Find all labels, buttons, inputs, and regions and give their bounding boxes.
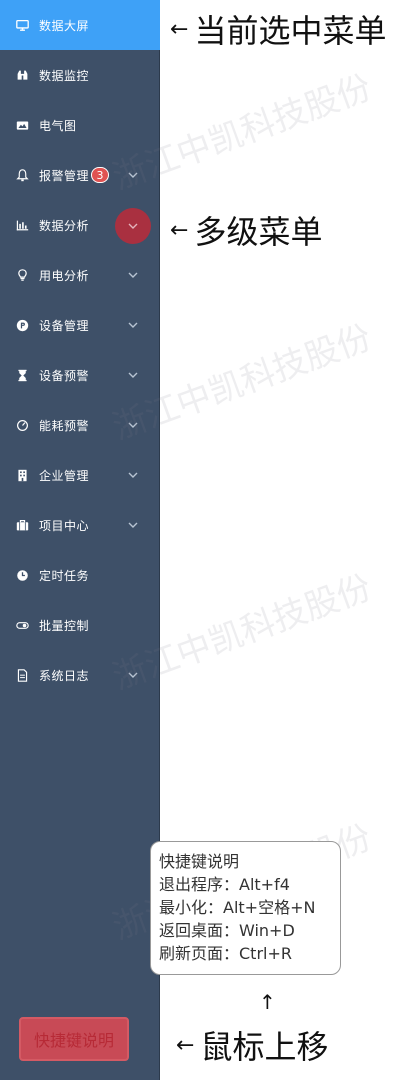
- tooltip-line: 返回桌面：Win+D: [159, 921, 295, 940]
- sidebar-item-label: 电气图: [39, 118, 77, 133]
- annotation-mouse-hover: ← 鼠标上移: [176, 1028, 329, 1066]
- sidebar-item-project-center[interactable]: 项目中心: [0, 500, 160, 550]
- chevron-down-icon[interactable]: [126, 168, 140, 182]
- sidebar-item-scheduled-tasks[interactable]: 定时任务: [0, 550, 160, 600]
- monitor-icon: [15, 18, 29, 32]
- building-icon: [15, 468, 29, 482]
- sidebar-item-label: 企业管理: [39, 468, 90, 483]
- image-icon: [15, 118, 29, 132]
- sidebar-item-label: 设备管理: [39, 318, 90, 333]
- shortcut-tooltip: 快捷键说明 退出程序：Alt+f4 最小化：Alt+空格+N 返回桌面：Win+…: [150, 841, 341, 975]
- left-arrow-icon: ←: [176, 1032, 195, 1058]
- parking-icon: [15, 318, 29, 332]
- chevron-down-icon: [128, 223, 138, 229]
- sidebar-item-power-analysis[interactable]: 用电分析: [0, 250, 160, 300]
- bell-icon: [15, 168, 29, 182]
- left-arrow-icon: ←: [170, 217, 189, 243]
- sidebar-item-system-log[interactable]: 系统日志: [0, 650, 160, 700]
- tooltip-line: 最小化：Alt+空格+N: [159, 898, 316, 917]
- tooltip-line: 刷新页面：Ctrl+R: [159, 944, 292, 963]
- alarm-count-badge: 3: [91, 167, 110, 183]
- sidebar-item-label: 系统日志: [39, 668, 90, 683]
- sidebar-item-energy-warning[interactable]: 能耗预警: [0, 400, 160, 450]
- binoculars-icon: [15, 68, 29, 82]
- sidebar-item-label: 项目中心: [39, 518, 90, 533]
- annotation-multilevel-menu: ← 多级菜单: [170, 213, 323, 251]
- chevron-down-icon[interactable]: [126, 518, 140, 532]
- tooltip-line: 快捷键说明: [159, 852, 240, 871]
- sidebar-item-label: 用电分析: [39, 268, 90, 283]
- chevron-down-icon[interactable]: [126, 468, 140, 482]
- sidebar-item-data-screen[interactable]: 数据大屏: [0, 0, 160, 50]
- sidebar-item-label: 定时任务: [39, 568, 90, 583]
- sidebar-item-label: 能耗预警: [39, 418, 90, 433]
- annotation-current-menu: ← 当前选中菜单: [170, 12, 387, 50]
- sidebar-item-label: 批量控制: [39, 618, 90, 633]
- sidebar-item-alarm-management[interactable]: 报警管理 3: [0, 150, 160, 200]
- sidebar-item-data-monitor[interactable]: 数据监控: [0, 50, 160, 100]
- left-arrow-icon: ←: [170, 16, 189, 42]
- sidebar-item-label: 设备预警: [39, 368, 90, 383]
- sidebar-item-data-analysis[interactable]: 数据分析: [0, 200, 160, 250]
- shortcut-help-button[interactable]: 快捷键说明: [19, 1017, 129, 1061]
- briefcase-icon: [15, 518, 29, 532]
- toggle-icon: [15, 618, 29, 632]
- clock-icon: [15, 568, 29, 582]
- sidebar-item-device-warning[interactable]: 设备预警: [0, 350, 160, 400]
- sidebar-item-label: 数据监控: [39, 68, 90, 83]
- tooltip-line: 退出程序：Alt+f4: [159, 875, 290, 894]
- chevron-down-icon[interactable]: [126, 318, 140, 332]
- sidebar-item-enterprise-management[interactable]: 企业管理: [0, 450, 160, 500]
- chevron-down-icon[interactable]: [126, 668, 140, 682]
- sidebar-item-device-management[interactable]: 设备管理: [0, 300, 160, 350]
- sidebar-item-electrical-diagram[interactable]: 电气图: [0, 100, 160, 150]
- chevron-down-icon[interactable]: [126, 268, 140, 282]
- sidebar: 数据大屏 数据监控 电气图 报警管理 3 数据分析 用电分析 设备管理 设备预警…: [0, 0, 160, 1080]
- sidebar-item-label: 报警管理: [39, 168, 90, 183]
- file-icon: [15, 668, 29, 682]
- chevron-down-icon[interactable]: [126, 418, 140, 432]
- page: 数据大屏 数据监控 电气图 报警管理 3 数据分析 用电分析 设备管理 设备预警…: [0, 0, 412, 1080]
- sidebar-item-label: 数据大屏: [39, 18, 90, 33]
- chevron-down-icon[interactable]: [126, 368, 140, 382]
- bar-chart-icon: [15, 218, 29, 232]
- hourglass-icon: [15, 368, 29, 382]
- bulb-icon: [15, 268, 29, 282]
- up-arrow-icon: ↑: [259, 990, 276, 1014]
- multilevel-highlight-circle[interactable]: [115, 208, 151, 244]
- sidebar-item-label: 数据分析: [39, 218, 90, 233]
- gauge-icon: [15, 418, 29, 432]
- sidebar-item-batch-control[interactable]: 批量控制: [0, 600, 160, 650]
